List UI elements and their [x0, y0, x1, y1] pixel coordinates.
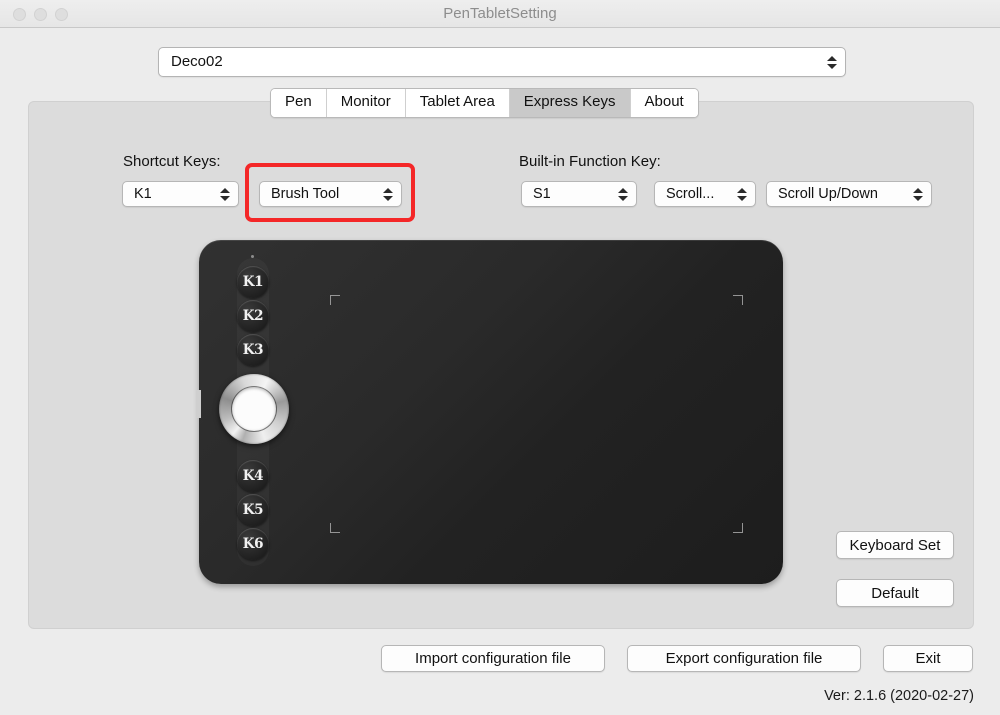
stepper-updown-icon: [736, 184, 747, 204]
pen-tablet-setting-window: PenTabletSetting Deco02 Pen Monitor Tabl…: [0, 0, 1000, 715]
tablet-key-k1[interactable]: K1: [237, 266, 269, 298]
stepper-updown-icon: [219, 184, 230, 204]
builtin-action-select-value: Scroll Up/Down: [778, 186, 878, 202]
builtin-mode-select[interactable]: Scroll...: [654, 181, 756, 207]
tablet-key-k4[interactable]: K4: [237, 460, 269, 492]
builtin-key-select-value: S1: [533, 186, 551, 202]
active-area-corner-top-right: [733, 295, 743, 305]
stepper-updown-icon: [912, 184, 923, 204]
tablet-key-k3[interactable]: K3: [237, 334, 269, 366]
exit-button[interactable]: Exit: [883, 645, 973, 672]
builtin-mode-select-value: Scroll...: [666, 186, 715, 202]
device-select[interactable]: Deco02: [158, 47, 846, 77]
active-area-corner-bottom-left: [330, 523, 340, 533]
shortcut-key-select[interactable]: K1: [122, 181, 239, 207]
tablet-key-k6[interactable]: K6: [237, 528, 269, 560]
active-area-corner-top-left: [330, 295, 340, 305]
window-titlebar: PenTabletSetting: [0, 0, 1000, 28]
default-button[interactable]: Default: [836, 579, 954, 607]
shortcut-key-select-value: K1: [134, 186, 152, 202]
window-title: PenTabletSetting: [443, 5, 557, 22]
tablet-key-k2[interactable]: K2: [237, 300, 269, 332]
stepper-updown-icon: [382, 184, 393, 204]
status-led: [251, 255, 254, 258]
stepper-updown-icon: [617, 184, 628, 204]
ring-dial[interactable]: [219, 374, 289, 444]
stepper-updown-icon: [826, 52, 837, 72]
tab-express-keys[interactable]: Express Keys: [509, 89, 631, 117]
active-area-corner-bottom-right: [733, 523, 743, 533]
tab-pen[interactable]: Pen: [271, 89, 327, 117]
tab-about[interactable]: About: [630, 89, 698, 117]
shortcut-action-select[interactable]: Brush Tool: [259, 181, 402, 207]
export-configuration-file-button[interactable]: Export configuration file: [627, 645, 861, 672]
deco02-tablet-illustration: K1 K2 K3 K4 K5 K6: [196, 240, 783, 584]
tab-tablet-area[interactable]: Tablet Area: [405, 89, 510, 117]
tab-bar: Pen Monitor Tablet Area Express Keys Abo…: [270, 88, 699, 118]
builtin-key-select[interactable]: S1: [521, 181, 637, 207]
keyboard-set-button[interactable]: Keyboard Set: [836, 531, 954, 559]
device-select-value: Deco02: [171, 53, 223, 70]
shortcut-action-select-value: Brush Tool: [271, 186, 340, 202]
shortcut-keys-label: Shortcut Keys:: [123, 153, 221, 170]
ring-dial-center-button[interactable]: [232, 387, 276, 431]
import-configuration-file-button[interactable]: Import configuration file: [381, 645, 605, 672]
builtin-action-select[interactable]: Scroll Up/Down: [766, 181, 932, 207]
tab-monitor[interactable]: Monitor: [326, 89, 406, 117]
tablet-key-k5[interactable]: K5: [237, 494, 269, 526]
builtin-function-key-label: Built-in Function Key:: [519, 153, 661, 170]
tablet-side-port: [196, 390, 201, 418]
version-label: Ver: 2.1.6 (2020-02-27): [824, 688, 974, 704]
